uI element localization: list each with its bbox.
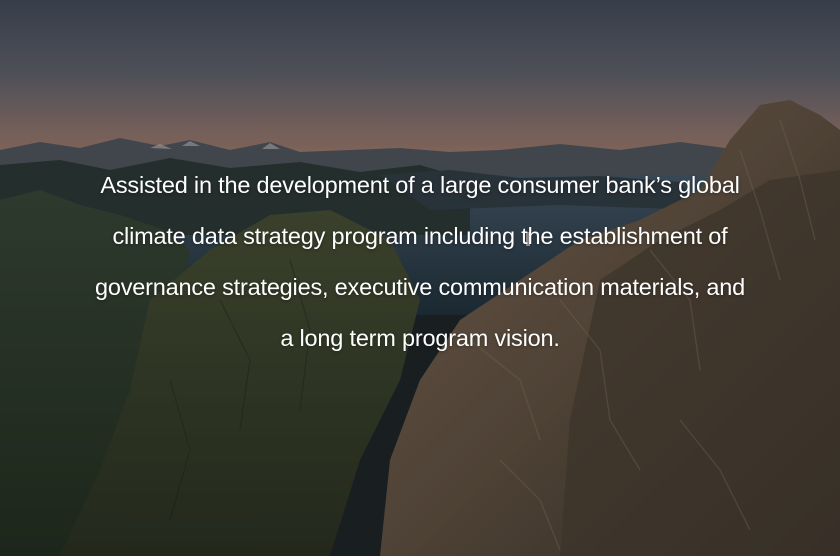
- hero-caption: Assisted in the development of a large c…: [94, 172, 746, 351]
- hero-section: Assisted in the development of a large c…: [0, 0, 840, 556]
